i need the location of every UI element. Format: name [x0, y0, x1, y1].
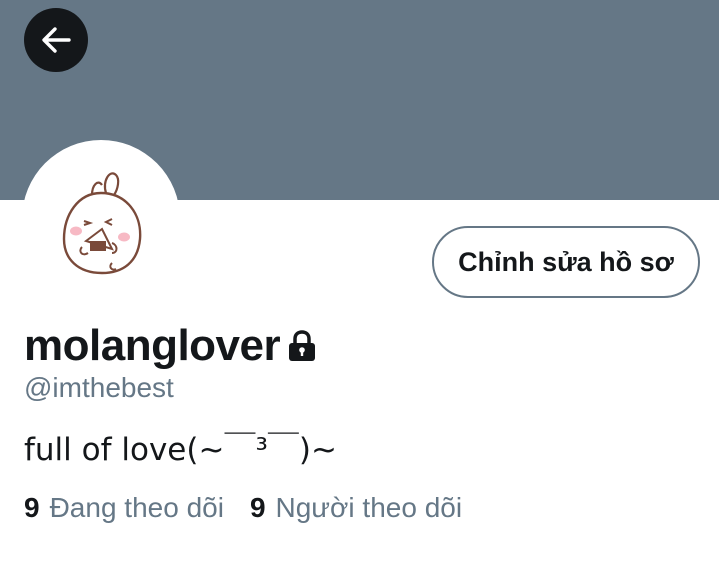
followers-label: Người theo dõi: [275, 492, 463, 523]
followers-count: 9: [249, 492, 266, 523]
display-name: molanglover: [24, 321, 281, 370]
lock-icon: [286, 329, 318, 363]
edit-profile-button[interactable]: Chỉnh sửa hồ sơ: [432, 226, 700, 298]
arrow-left-icon: [42, 27, 71, 53]
following-count: 9: [24, 492, 40, 523]
following-label: Đang theo dõi: [49, 492, 224, 523]
followers-stat[interactable]: 9 Người theo dõi: [250, 492, 462, 524]
profile-bio: full of love(~￣³￣)~: [24, 432, 337, 468]
profile-stats: 9 Đang theo dõi 9 Người theo dõi: [24, 492, 488, 524]
profile-handle: @imthebest: [24, 372, 174, 403]
back-button[interactable]: [24, 8, 88, 72]
avatar[interactable]: [22, 140, 180, 298]
following-stat[interactable]: 9 Đang theo dõi: [24, 492, 224, 524]
molang-bunny-avatar: [62, 172, 142, 275]
profile-name-row: molanglover: [24, 318, 318, 374]
